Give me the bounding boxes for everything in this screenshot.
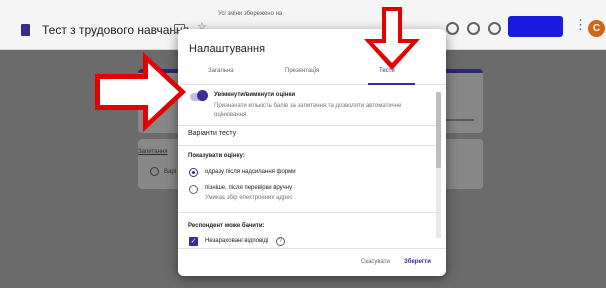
release-later-label[interactable]: пізніше, після перевірки вручну xyxy=(205,185,292,191)
screen: Тест з трудового навчання ☆ Усі зміни зб… xyxy=(0,0,606,288)
divider xyxy=(178,212,436,213)
scrollbar-thumb[interactable] xyxy=(436,92,441,168)
divider xyxy=(178,145,436,146)
palette-icon[interactable] xyxy=(446,22,459,35)
right-arrow-annotation xyxy=(95,52,186,132)
help-icon[interactable]: ? xyxy=(276,237,285,246)
question-card-right xyxy=(448,139,483,189)
quiz-toggle-description: Призначати кількість балів за запитання … xyxy=(214,103,402,118)
scrollbar[interactable] xyxy=(436,92,441,238)
quiz-options-title: Варіанти тесту xyxy=(188,130,237,137)
divider xyxy=(178,125,436,126)
quiz-toggle[interactable] xyxy=(197,90,208,101)
release-later-description: Умикає збір електронних адрес xyxy=(205,195,293,201)
settings-gear-icon[interactable] xyxy=(488,22,501,35)
release-immediately-radio[interactable] xyxy=(189,168,198,177)
forms-logo-icon xyxy=(21,24,30,36)
active-tab-indicator xyxy=(368,83,415,85)
release-later-radio[interactable] xyxy=(189,185,198,194)
release-grade-title: Показувати оцінку: xyxy=(188,153,245,159)
tab-presentation[interactable]: Презентація xyxy=(285,68,319,74)
respondent-can-see-title: Респондент може бачити: xyxy=(188,223,265,229)
tab-general[interactable]: Загальна xyxy=(208,68,234,74)
missed-answers-label[interactable]: Незараховані відповіді xyxy=(205,238,268,244)
send-button[interactable] xyxy=(508,16,563,37)
quiz-toggle-label: Увімкнути/вимкнути оцінки xyxy=(214,92,296,98)
more-vert-icon[interactable]: ⋮ xyxy=(574,18,587,31)
bg-radio xyxy=(150,167,159,176)
save-button[interactable]: Зберегти xyxy=(404,259,431,265)
cancel-button[interactable]: Скасувати xyxy=(361,259,390,265)
preview-eye-icon[interactable] xyxy=(467,22,480,35)
form-title[interactable]: Тест з трудового навчання xyxy=(42,23,189,37)
dialog-footer: Скасувати Зберегти xyxy=(178,248,446,276)
avatar[interactable]: C xyxy=(588,20,605,37)
missed-answers-checkbox[interactable]: ✓ xyxy=(189,237,198,246)
save-status: Усі зміни збережено на xyxy=(218,11,283,17)
settings-content: Увімкнути/вимкнути оцінки Призначати кіл… xyxy=(178,86,446,248)
down-arrow-annotation xyxy=(364,7,420,70)
release-immediately-label[interactable]: одразу після надсилання форми xyxy=(205,169,296,175)
dialog-title: Налаштування xyxy=(189,43,266,55)
question-title: Запитання xyxy=(138,149,168,155)
bg-option-text: Варі xyxy=(164,169,177,175)
